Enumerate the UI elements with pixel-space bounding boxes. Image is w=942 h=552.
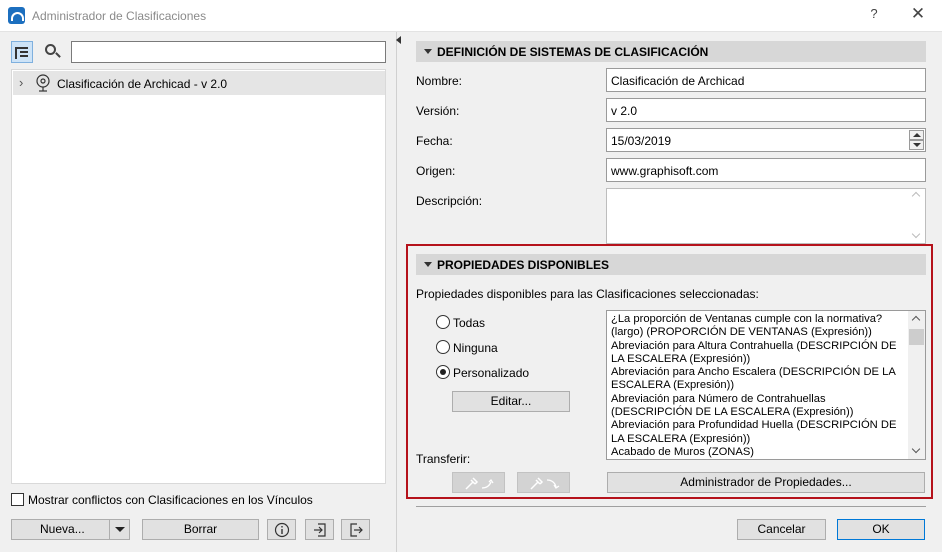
export-icon xyxy=(350,523,363,537)
list-item[interactable]: Abreviación para Ancho Escalera (DESCRIP… xyxy=(611,366,907,393)
info-button[interactable] xyxy=(267,519,296,540)
cancel-button[interactable]: Cancelar xyxy=(737,519,826,540)
property-manager-button[interactable]: Administrador de Propiedades... xyxy=(607,472,925,493)
chevron-right-icon[interactable]: › xyxy=(19,75,23,90)
list-item[interactable]: ¿La proporción de Ventanas cumple con la… xyxy=(611,313,907,340)
transfer-label: Transferir: xyxy=(416,452,471,466)
ok-button[interactable]: OK xyxy=(837,519,925,540)
list-item[interactable]: Abreviación para Número de Contrahuellas… xyxy=(611,393,907,420)
properties-scrollbar[interactable] xyxy=(908,311,925,459)
description-field[interactable] xyxy=(606,188,926,244)
classification-tree-icon xyxy=(36,74,50,92)
search-input[interactable] xyxy=(71,41,386,63)
collapse-left-pane-icon[interactable] xyxy=(396,36,401,44)
list-view-icon[interactable] xyxy=(11,41,33,63)
name-field[interactable]: Clasificación de Archicad xyxy=(606,68,926,92)
scroll-up-icon[interactable] xyxy=(911,191,921,201)
eyedropper-pick-icon xyxy=(465,477,494,490)
new-dropdown-chevron-icon[interactable] xyxy=(109,520,129,539)
title-bar: Administrador de Clasificaciones ? ✕ xyxy=(0,0,942,32)
scroll-down-icon[interactable] xyxy=(911,229,921,239)
show-conflicts-checkbox[interactable] xyxy=(11,493,24,506)
radio-todas[interactable] xyxy=(436,315,450,329)
classification-tree[interactable]: › Clasificación de Archicad - v 2.0 xyxy=(11,69,386,484)
import-icon xyxy=(314,523,326,537)
radio-ninguna[interactable] xyxy=(436,340,450,354)
scroll-down-icon[interactable] xyxy=(911,444,921,454)
date-label: Fecha: xyxy=(416,134,453,148)
description-scrollbar[interactable] xyxy=(909,189,925,243)
date-increment-icon[interactable] xyxy=(909,130,924,140)
info-icon xyxy=(274,522,290,538)
eyedropper-inject-icon xyxy=(530,477,560,490)
transfer-inject-button[interactable] xyxy=(517,472,570,493)
collapse-triangle-icon xyxy=(424,262,432,267)
name-label: Nombre: xyxy=(416,74,463,88)
archicad-app-icon xyxy=(8,7,25,24)
delete-button[interactable]: Borrar xyxy=(142,519,259,540)
tree-item-label: Clasificación de Archicad - v 2.0 xyxy=(57,77,228,91)
radio-personalizado[interactable] xyxy=(436,365,450,379)
date-decrement-icon[interactable] xyxy=(909,140,924,150)
transfer-pick-button[interactable] xyxy=(452,472,505,493)
radio-ninguna-label: Ninguna xyxy=(453,341,498,355)
window-title: Administrador de Clasificaciones xyxy=(32,9,207,23)
version-field[interactable]: v 2.0 xyxy=(606,98,926,122)
edit-button[interactable]: Editar... xyxy=(452,391,570,412)
properties-section-header[interactable]: PROPIEDADES DISPONIBLES xyxy=(416,254,926,275)
list-item[interactable]: Abreviación para Profundidad Huella (DES… xyxy=(611,419,907,446)
properties-section-title: PROPIEDADES DISPONIBLES xyxy=(437,258,610,272)
collapse-triangle-icon xyxy=(424,49,432,54)
origin-label: Origen: xyxy=(416,164,456,178)
date-field[interactable]: 15/03/2019 xyxy=(606,128,926,152)
date-value: 15/03/2019 xyxy=(611,134,672,148)
origin-field[interactable]: www.graphisoft.com xyxy=(606,158,926,182)
version-label: Versión: xyxy=(416,104,460,118)
tree-item-archicad-classification[interactable]: › Clasificación de Archicad - v 2.0 xyxy=(13,71,385,95)
new-button-label: Nueva... xyxy=(40,522,85,536)
import-button[interactable] xyxy=(305,519,334,540)
scroll-up-icon[interactable] xyxy=(911,315,921,325)
description-label: Descripción: xyxy=(416,194,483,208)
radio-personalizado-label: Personalizado xyxy=(453,366,530,380)
export-button[interactable] xyxy=(341,519,370,540)
show-conflicts-label: Mostrar conflictos con Clasificaciones e… xyxy=(28,493,313,507)
divider xyxy=(416,506,926,507)
definition-section-title: DEFINICIÓN DE SISTEMAS DE CLASIFICACIÓN xyxy=(437,45,709,59)
scrollbar-thumb[interactable] xyxy=(909,329,924,345)
properties-intro-text: Propiedades disponibles para las Clasifi… xyxy=(416,287,759,301)
pane-splitter[interactable] xyxy=(396,32,397,552)
close-button[interactable]: ✕ xyxy=(908,4,928,26)
list-item[interactable]: Abreviación para Altura Contrahuella (DE… xyxy=(611,340,907,367)
help-button[interactable]: ? xyxy=(866,6,882,24)
definition-section-header[interactable]: DEFINICIÓN DE SISTEMAS DE CLASIFICACIÓN xyxy=(416,41,926,62)
new-classification-button[interactable]: Nueva... xyxy=(11,519,130,540)
properties-list[interactable]: ¿La proporción de Ventanas cumple con la… xyxy=(606,310,926,460)
radio-todas-label: Todas xyxy=(453,316,486,330)
list-item[interactable]: Acabado de Muros (ZONAS) xyxy=(611,446,907,459)
search-icon[interactable] xyxy=(41,41,63,63)
